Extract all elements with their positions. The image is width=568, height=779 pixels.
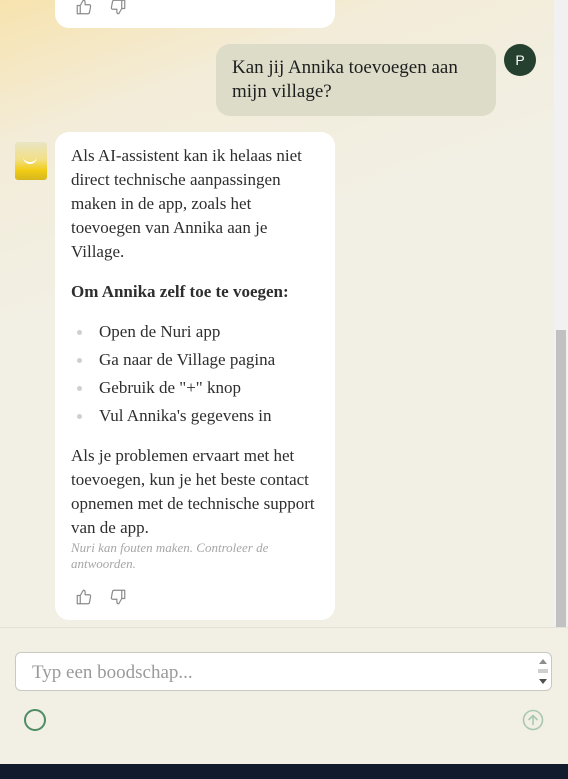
assistant-avatar (15, 142, 47, 180)
feedback-buttons (75, 588, 127, 606)
list-item: Ga naar de Village pagina (71, 346, 319, 374)
input-scrollbar-thumb[interactable] (538, 669, 548, 673)
assistant-paragraph: Als je problemen ervaart met het toevoeg… (71, 446, 315, 537)
user-avatar-initial: P (515, 52, 525, 68)
chat-scrollbar[interactable] (554, 0, 568, 627)
message-list[interactable]: Kan jij Annika toevoegen aan mijn villag… (0, 0, 554, 627)
composer-divider (0, 627, 568, 628)
thumbs-down-icon[interactable] (109, 0, 127, 16)
list-item: Vul Annika's gegevens in (71, 402, 319, 430)
message-input-placeholder: Typ een boodschap... (32, 662, 193, 683)
chat-app: Kan jij Annika toevoegen aan mijn villag… (0, 0, 568, 764)
scroll-up-icon[interactable] (539, 659, 547, 664)
smile-icon (23, 156, 37, 164)
thumbs-down-icon[interactable] (109, 588, 127, 606)
input-scrollbar[interactable] (535, 653, 551, 690)
assistant-paragraph: Als AI-assistent kan ik helaas niet dire… (71, 146, 302, 261)
user-message: Kan jij Annika toevoegen aan mijn villag… (216, 44, 496, 116)
steps-list: Open de Nuri app Ga naar de Village pagi… (71, 318, 319, 430)
scroll-down-icon[interactable] (539, 679, 547, 684)
previous-assistant-message (55, 0, 335, 28)
user-message-text: Kan jij Annika toevoegen aan mijn villag… (232, 57, 458, 102)
list-item: Open de Nuri app (71, 318, 319, 346)
thumbs-up-icon[interactable] (75, 0, 93, 16)
thumbs-up-icon[interactable] (75, 588, 93, 606)
message-input[interactable]: Typ een boodschap... (15, 652, 552, 691)
assistant-message: Als AI-assistent kan ik helaas niet dire… (55, 132, 335, 620)
send-button[interactable] (522, 709, 544, 731)
user-avatar: P (504, 44, 536, 76)
arrow-up-circle-icon (522, 709, 544, 731)
assistant-heading: Om Annika zelf toe te voegen: (71, 282, 289, 301)
scrollbar-thumb[interactable] (556, 330, 566, 627)
disclaimer-text: Nuri kan fouten maken. Controleer de ant… (71, 540, 269, 571)
list-item: Gebruik de "+" knop (71, 374, 319, 402)
circle-icon[interactable] (24, 709, 46, 731)
